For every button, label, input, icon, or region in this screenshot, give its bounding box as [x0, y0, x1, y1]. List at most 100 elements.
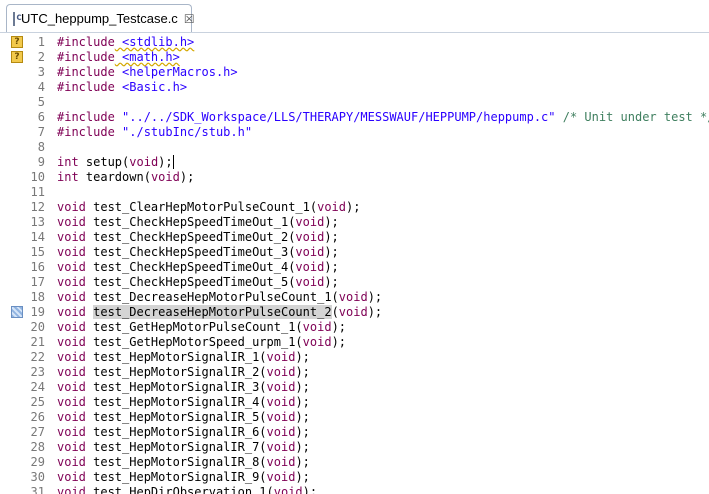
- line-number: 27: [30, 425, 45, 439]
- code-token: test_HepMotorSignalIR_8(: [85, 455, 267, 469]
- code-token: test_HepMotorSignalIR_7(: [85, 440, 267, 454]
- line-number: 30: [30, 470, 45, 484]
- code-token: void: [57, 350, 86, 364]
- code-token: void: [57, 410, 86, 424]
- code-line[interactable]: 22 void test_HepMotorSignalIR_1(void);: [0, 350, 709, 365]
- code-line[interactable]: 28 void test_HepMotorSignalIR_7(void);: [0, 440, 709, 455]
- code-text: void test_HepMotorSignalIR_1(void);: [57, 350, 310, 365]
- code-editor[interactable]: ? 1 #include <stdlib.h>? 2 #include <math.h>…: [0, 33, 709, 494]
- code-line[interactable]: 25 void test_HepMotorSignalIR_4(void);: [0, 395, 709, 410]
- line-number: 16: [30, 260, 45, 274]
- code-token: test_GetHepMotorSpeed_urpm_1(: [85, 335, 303, 349]
- line-number: 28: [30, 440, 45, 454]
- tab-utc-heppump-testcase[interactable]: UTC_heppump_Testcase.c ☒: [6, 4, 195, 32]
- code-line[interactable]: 20 void test_GetHepMotorPulseCount_1(void…: [0, 320, 709, 335]
- code-token: void: [295, 215, 325, 229]
- line-number: 14: [30, 230, 45, 244]
- code-token: void: [57, 215, 86, 229]
- code-line[interactable]: 29 void test_HepMotorSignalIR_8(void);: [0, 455, 709, 470]
- code-token: test_CheckHepSpeedTimeOut_5(: [85, 275, 296, 289]
- line-number: 23: [30, 365, 45, 379]
- code-line[interactable]: 16 void test_CheckHepSpeedTimeOut_4(void)…: [0, 260, 709, 275]
- line-number: 22: [30, 350, 45, 364]
- code-token: test_HepMotorSignalIR_2(: [85, 365, 267, 379]
- code-line[interactable]: 18 void test_DecreaseHepMotorPulseCount_1…: [0, 290, 709, 305]
- c-file-icon: [13, 11, 22, 26]
- code-line[interactable]: 5: [0, 95, 709, 110]
- code-token: void: [266, 350, 296, 364]
- code-token: );: [295, 455, 310, 469]
- code-line[interactable]: 30 void test_HepMotorSignalIR_9(void);: [0, 470, 709, 485]
- code-text: void test_GetHepMotorSpeed_urpm_1(void);: [57, 335, 346, 350]
- tab-label: UTC_heppump_Testcase.c: [21, 11, 178, 26]
- code-token: test_CheckHepSpeedTimeOut_4(: [85, 260, 296, 274]
- code-text: void test_CheckHepSpeedTimeOut_4(void);: [57, 260, 339, 275]
- code-line[interactable]: 21 void test_GetHepMotorSpeed_urpm_1(void…: [0, 335, 709, 350]
- code-token: );: [295, 470, 310, 484]
- code-token: );: [295, 425, 310, 439]
- code-line[interactable]: 24 void test_HepMotorSignalIR_3(void);: [0, 380, 709, 395]
- code-token: void: [338, 290, 368, 304]
- code-line[interactable]: 19 void test_DecreaseHepMotorPulseCount_2…: [0, 305, 709, 320]
- code-token: int: [57, 170, 79, 184]
- code-token: void: [57, 395, 86, 409]
- code-token: );: [324, 260, 339, 274]
- code-token: #include: [57, 65, 115, 79]
- code-line[interactable]: 17 void test_CheckHepSpeedTimeOut_5(void)…: [0, 275, 709, 290]
- line-number: 25: [30, 395, 45, 409]
- code-text: int setup(void);: [57, 155, 174, 170]
- line-number: 20: [30, 320, 45, 334]
- code-line[interactable]: 3 #include <helperMacros.h>: [0, 65, 709, 80]
- code-token: void: [57, 305, 86, 319]
- code-line[interactable]: 14 void test_CheckHepSpeedTimeOut_2(void)…: [0, 230, 709, 245]
- code-token: void: [295, 260, 325, 274]
- code-token: (: [331, 305, 339, 319]
- code-line[interactable]: 23 void test_HepMotorSignalIR_2(void);: [0, 365, 709, 380]
- code-token: );: [179, 170, 195, 184]
- code-token: void: [150, 170, 180, 184]
- code-line[interactable]: 27 void test_HepMotorSignalIR_6(void);: [0, 425, 709, 440]
- code-line[interactable]: 13 void test_CheckHepSpeedTimeOut_1(void)…: [0, 215, 709, 230]
- code-line[interactable]: 26 void test_HepMotorSignalIR_5(void);: [0, 410, 709, 425]
- code-line[interactable]: 31 void test_HepDirObservation_1(void);: [0, 485, 709, 494]
- code-token: teardown(: [78, 170, 151, 184]
- line-number: 9: [37, 155, 45, 169]
- code-token: );: [324, 215, 339, 229]
- code-line[interactable]: ? 2 #include <math.h>: [0, 50, 709, 65]
- code-token: );: [324, 245, 339, 259]
- code-token: void: [338, 305, 368, 319]
- code-token: void: [317, 200, 346, 214]
- code-text: void test_GetHepMotorPulseCount_1(void);: [57, 320, 346, 335]
- code-token: );: [367, 290, 383, 304]
- code-line[interactable]: 4 #include <Basic.h>: [0, 80, 709, 95]
- code-token: <stdlib.h>: [114, 35, 195, 49]
- code-token: void: [57, 365, 86, 379]
- code-line[interactable]: 12 void test_ClearHepMotorPulseCount_1(vo…: [0, 200, 709, 215]
- code-text: void test_DecreaseHepMotorPulseCount_1(v…: [57, 290, 382, 305]
- line-number: 2: [37, 50, 45, 64]
- code-line[interactable]: 10 int teardown(void);: [0, 170, 709, 185]
- code-text: void test_ClearHepMotorPulseCount_1(void…: [57, 200, 360, 215]
- code-text: void test_HepDirObservation_1(void);: [57, 485, 317, 494]
- code-token: int: [57, 155, 79, 169]
- code-line[interactable]: 6 #include "../../SDK_Workspace/LLS/THERA…: [0, 110, 709, 125]
- code-line[interactable]: 15 void test_CheckHepSpeedTimeOut_3(void)…: [0, 245, 709, 260]
- code-token: test_CheckHepSpeedTimeOut_1(: [85, 215, 296, 229]
- close-icon[interactable]: ☒: [184, 12, 195, 26]
- line-number: 31: [30, 485, 45, 494]
- code-token: #include: [57, 110, 115, 124]
- code-token: );: [324, 230, 339, 244]
- code-line[interactable]: ? 1 #include <stdlib.h>: [0, 35, 709, 50]
- code-text: int teardown(void);: [57, 170, 194, 185]
- code-text: #include <math.h>: [57, 50, 180, 65]
- code-line[interactable]: 11: [0, 185, 709, 200]
- code-token: void: [57, 290, 86, 304]
- code-line[interactable]: 8: [0, 140, 709, 155]
- code-token: );: [367, 305, 383, 319]
- line-number: 7: [37, 125, 45, 139]
- line-number: 15: [30, 245, 45, 259]
- code-token: void: [57, 200, 86, 214]
- code-token: void: [57, 470, 86, 484]
- code-line[interactable]: 9 int setup(void);: [0, 155, 709, 170]
- code-line[interactable]: 7 #include "./stubInc/stub.h": [0, 125, 709, 140]
